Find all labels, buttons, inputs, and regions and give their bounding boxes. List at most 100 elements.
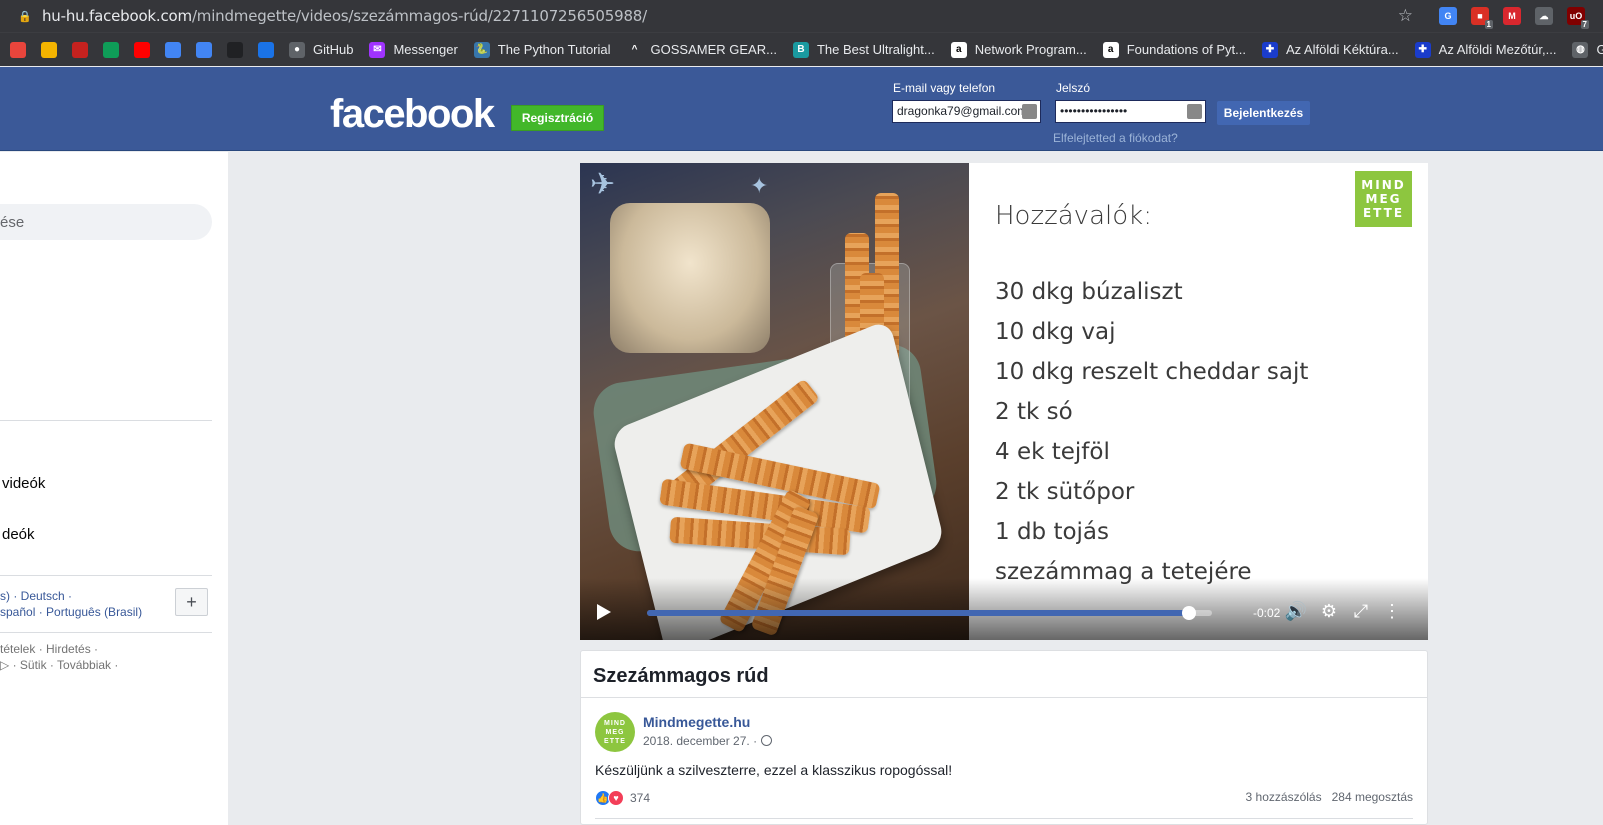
cross-icon: ✚: [1261, 41, 1278, 58]
page-name-link[interactable]: Mindmegette.hu: [643, 714, 750, 730]
footer-links-1[interactable]: tételek · Hirdetés ·: [0, 642, 98, 656]
play-icon[interactable]: [597, 604, 611, 620]
python-icon: 🐍: [473, 41, 490, 58]
register-button[interactable]: Regisztráció: [511, 105, 604, 131]
video-scrubber-handle[interactable]: [1182, 606, 1197, 620]
browser-url-bar[interactable]: 🔒 hu-hu.facebook.com/mindmegette/videos/…: [0, 0, 1603, 32]
bookmark-label: Messenger: [393, 42, 458, 57]
extension-red-icon[interactable]: ■ 1: [1471, 7, 1493, 29]
extension-cloud-icon-glyph: ☁: [1539, 10, 1549, 21]
extension-badge: 7: [1580, 20, 1589, 29]
language-links-2[interactable]: spañol · Português (Brasil): [0, 605, 142, 619]
ingredient-5: 4 ek tejföl: [995, 439, 1110, 465]
ingredient-6: 2 tk sütőpor: [995, 479, 1135, 505]
bookmark-icon-4[interactable]: [103, 41, 119, 58]
facebook-logo[interactable]: facebook: [330, 92, 495, 137]
love-reaction-icon: ♥: [608, 790, 624, 806]
password-manager-icon[interactable]: [1187, 104, 1202, 119]
mindmegette-logo: MIND MEG ETTE: [1355, 171, 1412, 227]
ublock-icon-glyph: uO: [1569, 11, 1583, 21]
video-time-remaining: -0:02: [1253, 606, 1281, 620]
ublock-icon[interactable]: uO 7: [1567, 7, 1589, 29]
gossamer-icon: ^: [626, 41, 643, 58]
extensions-area: G ■ 1 M ☁ uO 7: [1439, 7, 1589, 29]
mega-icon[interactable]: M: [1503, 7, 1521, 25]
reaction-count: 374: [630, 791, 651, 805]
page-avatar[interactable]: MIND MEG ETTE: [595, 712, 635, 752]
forgot-account-link[interactable]: Elfelejtetted a fiókodat?: [1053, 131, 1178, 145]
video-progress-bar[interactable]: [647, 606, 1212, 620]
language-links-1[interactable]: s) · Deutsch ·: [0, 589, 72, 603]
footer-links-2[interactable]: ▷ · Sütik · Továbbiak ·: [0, 658, 118, 672]
bookmark-icon-8[interactable]: [227, 41, 243, 58]
search-input[interactable]: ése: [0, 204, 212, 240]
facebook-header: facebook Regisztráció E-mail vagy telefo…: [0, 67, 1603, 151]
public-globe-icon: [761, 735, 773, 746]
password-manager-icon[interactable]: [1022, 104, 1037, 119]
password-field[interactable]: ••••••••••••••••: [1055, 100, 1206, 123]
post-date[interactable]: 2018. december 27. ·: [643, 734, 773, 748]
messenger-icon: ✉: [369, 41, 386, 58]
more-options-icon[interactable]: ⋮: [1381, 600, 1403, 622]
bookmark-item[interactable]: a Foundations of Pyt...: [1102, 41, 1246, 58]
extension-red-icon-glyph: ■: [1477, 11, 1483, 21]
bookmark-item[interactable]: ✚ Az Alföldi Mezőtúr,...: [1414, 41, 1556, 58]
calendar-icon[interactable]: [196, 41, 212, 58]
url-text[interactable]: hu-hu.facebook.com/mindmegette/videos/sz…: [42, 7, 647, 25]
ingredient-4: 2 tk só: [995, 399, 1073, 425]
post-text: Készüljünk a szilveszterre, ezzel a klas…: [595, 762, 953, 778]
fullscreen-icon[interactable]: ⤢: [1350, 600, 1372, 622]
video-player[interactable]: ✈ ✦ Hozzávalók: 30 dkg búzaliszt 10 dkg …: [580, 163, 1428, 640]
avatar-line-1: MIND: [604, 719, 626, 727]
video-controls: -0:02 🔊 ⚙ ⤢ ⋮: [580, 578, 1428, 640]
bird-decoration: ✦: [750, 173, 769, 198]
bookmark-item[interactable]: 🐍 The Python Tutorial: [473, 41, 611, 58]
settings-gear-icon[interactable]: ⚙: [1318, 600, 1340, 622]
youtube-icon[interactable]: [134, 41, 150, 58]
add-language-button[interactable]: +: [175, 588, 208, 616]
bookmark-icon-9[interactable]: [258, 41, 274, 58]
bookmark-item[interactable]: ✚ Az Alföldi Kéktúra...: [1261, 41, 1399, 58]
bookmark-icon-6[interactable]: [165, 41, 181, 58]
bookmark-item[interactable]: ^ GOSSAMER GEAR...: [626, 41, 777, 58]
reactions-summary[interactable]: 👍 ♥ 374: [595, 790, 650, 806]
bookmark-label: GOSSAMER GEAR...: [650, 42, 777, 57]
sidebar-link-videos-2[interactable]: deók: [2, 526, 35, 543]
password-value: ••••••••••••••••: [1060, 104, 1128, 118]
bookmark-icon-2[interactable]: [41, 41, 57, 58]
bookmark-item[interactable]: B The Best Ultralight...: [792, 41, 935, 58]
bookmark-list: ● GitHub ✉ Messenger 🐍 The Python Tutorial ^ GO…: [289, 41, 1603, 58]
email-field[interactable]: dragonka79@gmail.com: [892, 100, 1041, 123]
bookmark-icon-3[interactable]: [72, 41, 88, 58]
search-placeholder: ése: [0, 213, 25, 231]
lock-icon[interactable]: 🔒: [18, 9, 32, 23]
bookmark-item[interactable]: ✉ Messenger: [369, 41, 458, 58]
ingredient-3: 10 dkg reszelt cheddar sajt: [995, 359, 1309, 385]
recipe-title: Hozzávalók:: [995, 201, 1152, 231]
avatar-line-2: MEG: [605, 728, 625, 736]
mega-icon-glyph: M: [1508, 11, 1516, 21]
video-frame-photo: ✈ ✦: [580, 163, 969, 640]
bookmark-item[interactable]: ● GitHub: [289, 41, 353, 58]
ingredient-7: 1 db tojás: [995, 519, 1110, 545]
volume-icon[interactable]: 🔊: [1285, 600, 1307, 622]
engagement-counts: 3 hozzászólás 284 megosztás: [1246, 790, 1413, 804]
url-path: /mindmegette/videos/szezámmagos-rúd/2271…: [191, 7, 647, 25]
shares-count[interactable]: 284 megosztás: [1332, 790, 1413, 804]
bird-decoration: ✈: [590, 168, 616, 201]
google-translate-icon-glyph: G: [1444, 11, 1452, 21]
post-card: Szezámmagos rúd MIND MEG ETTE Mindmegett…: [580, 650, 1428, 825]
bookmarks-bar: ● GitHub ✉ Messenger 🐍 The Python Tutorial ^ GO…: [0, 32, 1603, 66]
extension-cloud-icon[interactable]: ☁: [1535, 7, 1553, 25]
extension-badge: 1: [1484, 20, 1493, 29]
bookmark-item[interactable]: ◍ GNS3: [1572, 41, 1603, 58]
comments-count[interactable]: 3 hozzászólás: [1246, 790, 1322, 804]
bookmark-star-icon[interactable]: ☆: [1398, 6, 1413, 26]
sidebar-link-videos-1[interactable]: videók: [2, 475, 45, 492]
bookmark-label: Foundations of Pyt...: [1126, 42, 1246, 57]
bookmark-icon-1[interactable]: [10, 41, 26, 58]
google-translate-icon[interactable]: G: [1439, 7, 1457, 25]
login-button[interactable]: Bejelentkezés: [1217, 101, 1310, 125]
bookmark-item[interactable]: a Network Program...: [950, 41, 1087, 58]
logo-line-1: MIND: [1361, 178, 1406, 192]
